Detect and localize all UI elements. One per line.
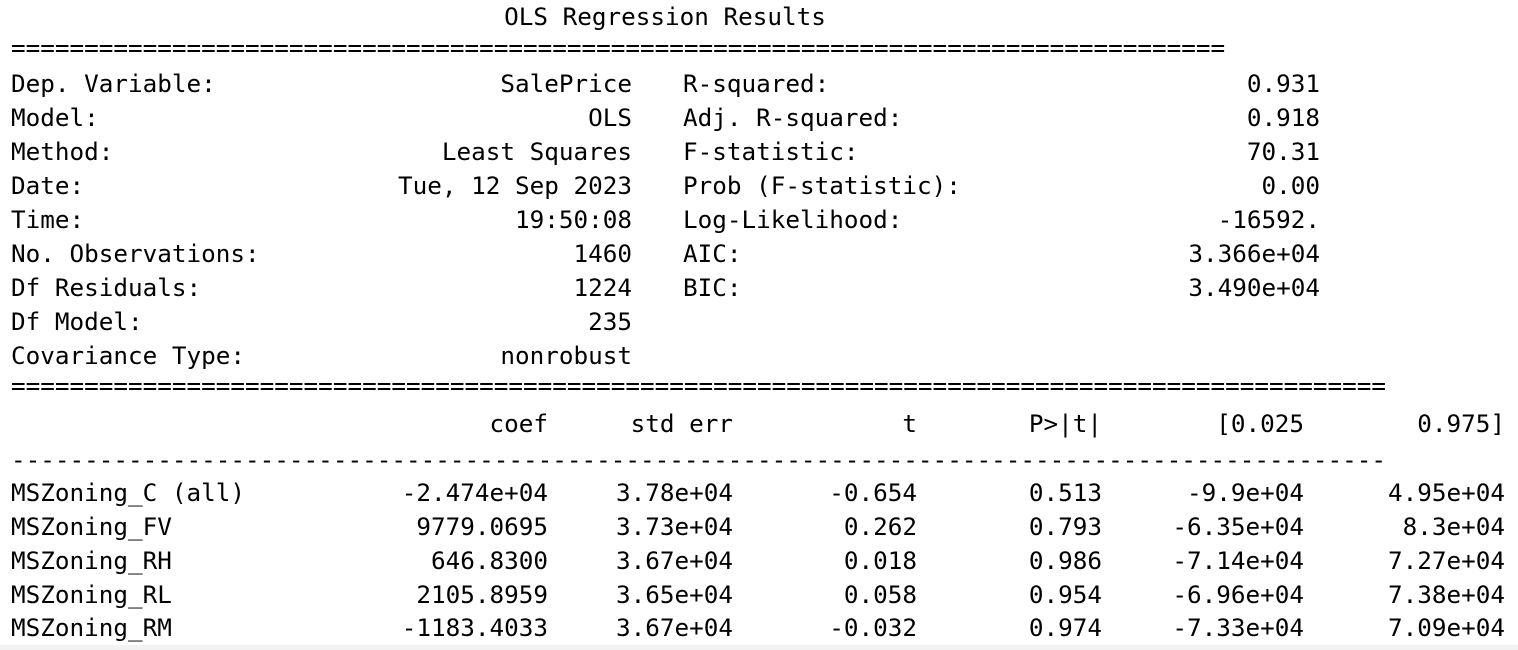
row-ci-lower: -7.33e+04 <box>1172 613 1304 642</box>
row-std-err: 3.73e+04 <box>615 512 733 541</box>
summary-stat-label: R-squared: <box>683 69 830 98</box>
summary-stat-label: BIC: <box>683 273 742 302</box>
row-variable-name: MSZoning_RH <box>11 546 172 575</box>
row-coef: -1183.4033 <box>401 613 548 642</box>
row-variable-name: MSZoning_RM <box>11 613 172 642</box>
summary-value: nonrobust <box>500 341 632 370</box>
summary-stat-value: 0.00 <box>1261 171 1320 200</box>
header-coef: coef <box>489 409 548 438</box>
row-ci-upper: 7.09e+04 <box>1387 613 1505 642</box>
summary-label: Df Residuals: <box>11 273 202 302</box>
row-std-err: 3.67e+04 <box>615 613 733 642</box>
summary-value: Least Squares <box>441 137 632 166</box>
double-rule-mid: ========================================… <box>11 371 1387 400</box>
dash-rule: ----------------------------------------… <box>11 445 1387 474</box>
row-ci-upper: 4.95e+04 <box>1387 478 1505 507</box>
summary-value: 235 <box>588 307 632 336</box>
summary-stat-label: AIC: <box>683 239 742 268</box>
row-std-err: 3.65e+04 <box>615 580 733 609</box>
header-std-err: std err <box>630 409 733 438</box>
summary-value: 1224 <box>573 273 632 302</box>
row-ci-upper: 7.27e+04 <box>1387 546 1505 575</box>
double-rule-top: ========================================… <box>11 33 1226 62</box>
summary-stat-label: F-statistic: <box>683 137 859 166</box>
summary-label: Time: <box>11 205 85 234</box>
summary-stat-value: 0.918 <box>1246 103 1320 132</box>
row-t: 0.262 <box>843 512 917 541</box>
row-p-value: 0.513 <box>1028 478 1102 507</box>
summary-value: OLS <box>588 103 632 132</box>
summary-label: Model: <box>11 103 99 132</box>
summary-stat-label: Prob (F-statistic): <box>683 171 961 200</box>
row-t: -0.032 <box>829 613 917 642</box>
summary-value: 1460 <box>573 239 632 268</box>
summary-stat-value: 0.931 <box>1246 69 1320 98</box>
summary-label: Dep. Variable: <box>11 69 216 98</box>
scroll-edge <box>0 645 1518 650</box>
summary-stat-value: 3.490e+04 <box>1188 273 1320 302</box>
row-variable-name: MSZoning_RL <box>11 580 172 609</box>
summary-label: Covariance Type: <box>11 341 246 370</box>
row-ci-lower: -6.96e+04 <box>1172 580 1304 609</box>
header-t: t <box>902 409 917 438</box>
summary-label: No. Observations: <box>11 239 260 268</box>
row-p-value: 0.954 <box>1028 580 1102 609</box>
header-ci-upper: 0.975] <box>1417 409 1505 438</box>
row-p-value: 0.974 <box>1028 613 1102 642</box>
row-coef: -2.474e+04 <box>401 478 548 507</box>
row-ci-lower: -9.9e+04 <box>1186 478 1304 507</box>
row-ci-upper: 7.38e+04 <box>1387 580 1505 609</box>
summary-stat-value: 3.366e+04 <box>1188 239 1320 268</box>
row-std-err: 3.67e+04 <box>615 546 733 575</box>
summary-stat-label: Log-Likelihood: <box>683 205 903 234</box>
header-ci-lower: [0.025 <box>1216 409 1304 438</box>
summary-value: SalePrice <box>500 69 632 98</box>
row-variable-name: MSZoning_C (all) <box>11 478 246 507</box>
row-p-value: 0.986 <box>1028 546 1102 575</box>
row-std-err: 3.78e+04 <box>615 478 733 507</box>
row-ci-lower: -7.14e+04 <box>1172 546 1304 575</box>
regression-output: OLS Regression Results =================… <box>0 0 1518 650</box>
summary-label: Date: <box>11 171 85 200</box>
row-ci-lower: -6.35e+04 <box>1172 512 1304 541</box>
header-p-value: P>|t| <box>1028 409 1102 438</box>
row-variable-name: MSZoning_FV <box>11 512 172 541</box>
row-coef: 9779.0695 <box>416 512 548 541</box>
summary-value: Tue, 12 Sep 2023 <box>397 171 632 200</box>
summary-value: 19:50:08 <box>514 205 632 234</box>
results-title: OLS Regression Results <box>504 2 826 31</box>
summary-stat-value: -16592. <box>1217 205 1320 234</box>
row-t: 0.018 <box>843 546 917 575</box>
summary-label: Method: <box>11 137 114 166</box>
row-t: 0.058 <box>843 580 917 609</box>
row-coef: 2105.8959 <box>416 580 548 609</box>
row-p-value: 0.793 <box>1028 512 1102 541</box>
row-ci-upper: 8.3e+04 <box>1402 512 1505 541</box>
summary-stat-value: 70.31 <box>1246 137 1320 166</box>
row-t: -0.654 <box>829 478 917 507</box>
summary-label: Df Model: <box>11 307 143 336</box>
row-coef: 646.8300 <box>430 546 548 575</box>
summary-stat-label: Adj. R-squared: <box>683 103 903 132</box>
